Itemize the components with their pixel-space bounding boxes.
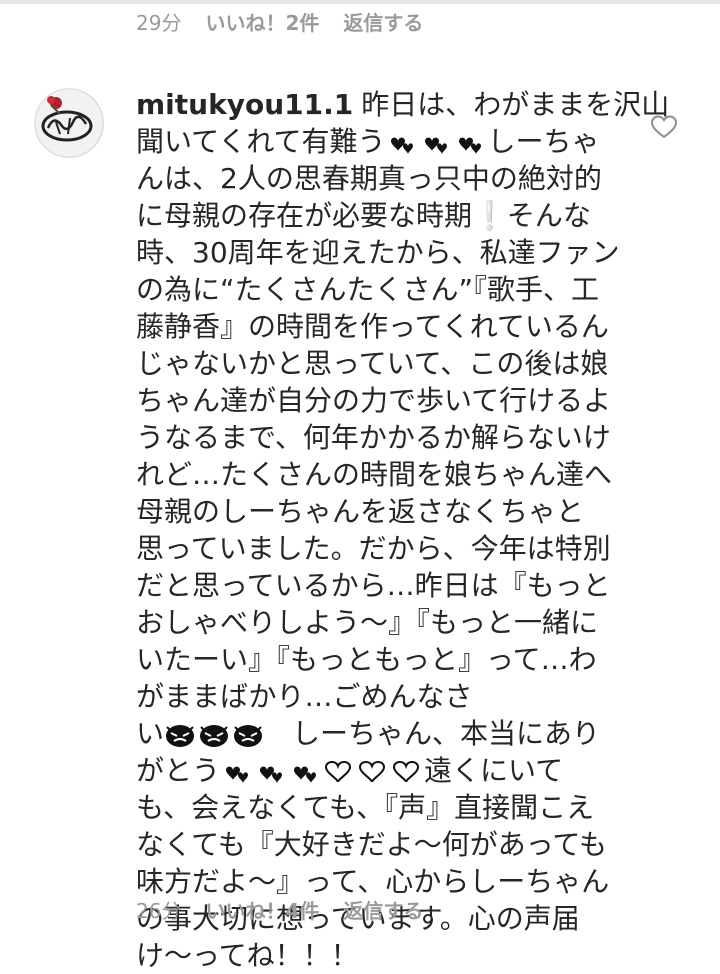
comment-body: mitukyou11.1 昨日は、わがままを沢山 聞いてくれて有難う しーちゃ ん… xyxy=(136,86,669,974)
previous-comment-likes-link[interactable]: いいね！2件 xyxy=(205,7,319,36)
two-hearts-icon xyxy=(385,128,487,158)
comment-line: の為に“たくさんたくさん”『歌手、工 xyxy=(136,273,600,306)
comment-line: ちゃん達が自分の力で歩いて行けるよ xyxy=(136,384,612,417)
comment-age: 26分 xyxy=(136,898,182,923)
previous-comment-meta: 29分 いいね！2件 返信する xyxy=(136,6,447,36)
comment-line: に母親の存在が必要な時期❕そんな xyxy=(136,199,591,232)
crying-face-icon xyxy=(164,720,266,750)
comment-line: 聞いてくれて有難う xyxy=(136,125,386,158)
white-heart-icon xyxy=(322,757,424,787)
comment-line: おしゃべりしよう～』『もっと一緒に xyxy=(136,606,599,639)
comment-line: しーちゃん、本当にあり xyxy=(292,717,601,750)
previous-comment-reply-button[interactable]: 返信する xyxy=(343,7,423,36)
comment-line: んは、2人の思春期真っ只中の絶対的 xyxy=(136,162,602,195)
like-heart-icon[interactable] xyxy=(650,114,678,140)
comment-line: 昨日は、わがままを沢山 xyxy=(361,88,670,121)
comment-line: い xyxy=(136,717,165,750)
comment-line: も、会えなくても、『声』直接聞こえ xyxy=(136,791,595,824)
comment-line: がままばかり…ごめんなさ xyxy=(136,680,473,713)
comment-username[interactable]: mitukyou11.1 xyxy=(136,88,353,121)
comment-line: じゃないかと思っていて、この後は娘 xyxy=(136,347,609,380)
comment-line: 時、30周年を迎えたから、私達ファン xyxy=(136,236,620,269)
comment-line: 藤静香』の時間を作ってくれているん xyxy=(136,310,609,343)
comment-line: がとう xyxy=(136,754,221,787)
comment-line: だと思っているから…昨日は『もっと xyxy=(136,569,611,602)
comment-line: 思っていました。だから、今年は特別 xyxy=(136,532,611,565)
previous-comment-age: 29分 xyxy=(136,10,182,35)
comment-likes-link[interactable]: いいね！4件 xyxy=(205,895,319,924)
comment-line: け～ってね！！！ xyxy=(136,939,359,972)
top-divider xyxy=(0,0,720,4)
comment-line: 母親のしーちゃんを返さなくちゃと xyxy=(136,495,585,528)
comment-reply-button[interactable]: 返信する xyxy=(343,895,423,924)
comment-line: 遠くにいて xyxy=(424,754,564,787)
comment-meta: 26分 いいね！4件 返信する xyxy=(136,894,447,924)
two-hearts-icon xyxy=(220,757,322,787)
comment-line: しーちゃ xyxy=(487,125,600,158)
avatar[interactable] xyxy=(34,88,104,158)
comment-line: れど…たくさんの時間を娘ちゃん達へ xyxy=(136,458,613,491)
avatar-image xyxy=(34,88,104,158)
comment-line: うなるまで、何年かかるか解らないけ xyxy=(136,421,611,454)
comment-line: なくても『大好きだよ～何があっても xyxy=(136,828,607,861)
comment-line: いたーい』『もっともっと』って…わ xyxy=(136,643,597,676)
